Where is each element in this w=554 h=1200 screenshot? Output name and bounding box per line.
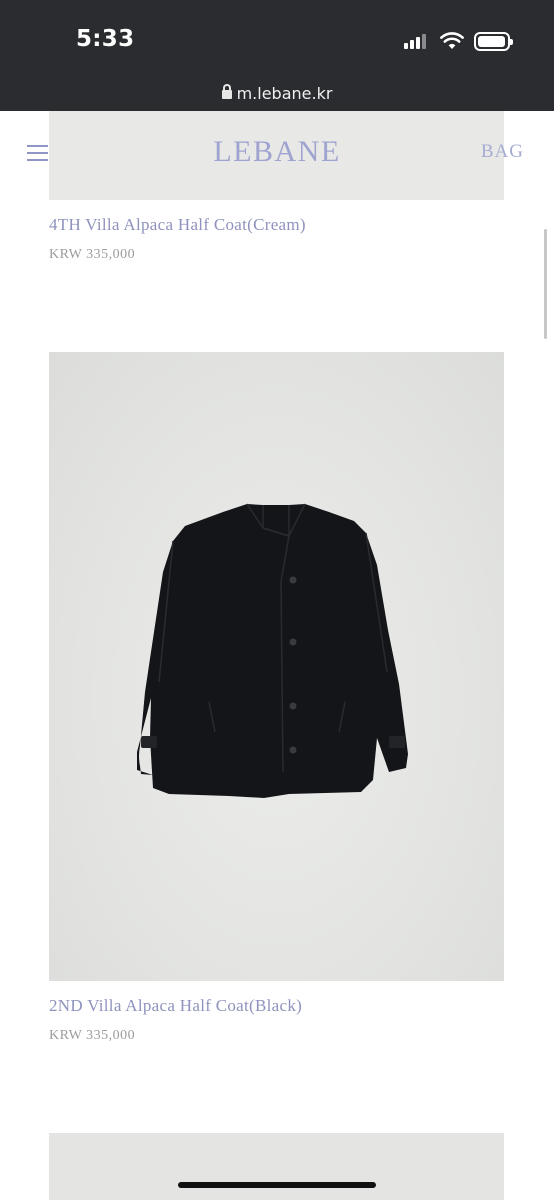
product-price: KRW 335,000 bbox=[49, 247, 136, 262]
wifi-icon bbox=[440, 32, 464, 49]
product-image-black[interactable] bbox=[49, 352, 504, 981]
product-name[interactable]: 4TH Villa Alpaca Half Coat(Cream) bbox=[49, 215, 306, 235]
product-image-next[interactable] bbox=[49, 1133, 504, 1200]
lock-icon bbox=[221, 84, 232, 99]
page-content: LEBANE BAG 4TH Villa Alpaca Half Coat(Cr… bbox=[0, 111, 554, 1200]
home-indicator[interactable] bbox=[178, 1182, 376, 1188]
status-time: 5:33 bbox=[76, 26, 135, 52]
coat-image bbox=[137, 503, 408, 798]
scrollbar[interactable] bbox=[544, 229, 547, 339]
signal-icon bbox=[404, 33, 428, 49]
site-logo[interactable]: LEBANE bbox=[0, 135, 554, 169]
battery-icon bbox=[474, 31, 513, 51]
bag-link[interactable]: BAG bbox=[481, 141, 524, 163]
status-bar: 5:33 m.lebane.kr bbox=[0, 0, 554, 111]
status-icons bbox=[404, 30, 513, 52]
product-price: KRW 335,000 bbox=[49, 1028, 136, 1043]
site-header: LEBANE BAG bbox=[0, 111, 554, 191]
product-name[interactable]: 2ND Villa Alpaca Half Coat(Black) bbox=[49, 996, 302, 1016]
url-text: m.lebane.kr bbox=[236, 84, 333, 103]
address-bar[interactable]: m.lebane.kr bbox=[0, 84, 554, 103]
